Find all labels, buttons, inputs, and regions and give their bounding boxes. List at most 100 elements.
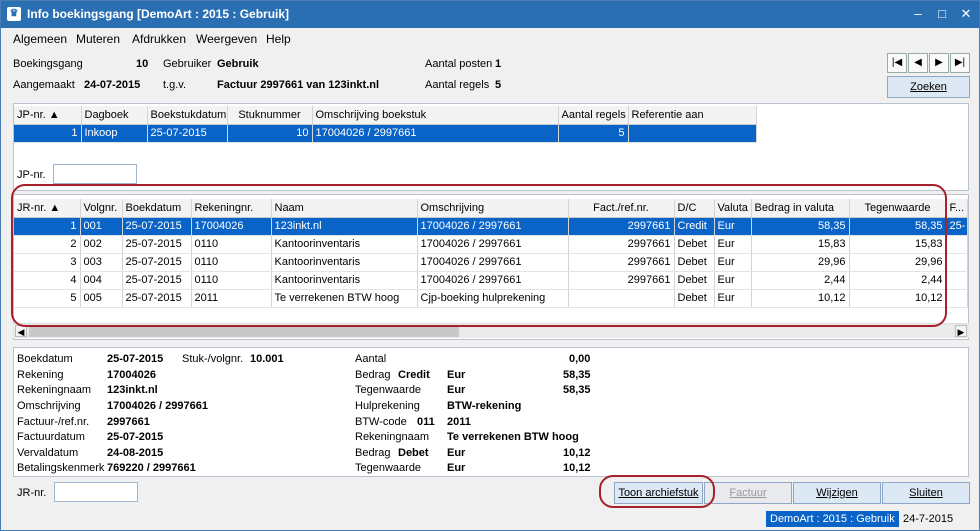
tgv-label: t.g.v. bbox=[163, 79, 187, 91]
bedrag1-value: 58,35 bbox=[563, 369, 591, 381]
prev-record-button[interactable]: ◀ bbox=[908, 53, 928, 73]
table-cell bbox=[946, 253, 968, 272]
hulprekening-label: Hulprekening bbox=[355, 400, 420, 412]
menu-afdrukken[interactable]: Afdrukken bbox=[132, 32, 186, 46]
btw-rek-value: 2011 bbox=[447, 416, 471, 428]
aantal-label: Aantal bbox=[355, 353, 387, 365]
aantal-regels-label: Aantal regels bbox=[425, 79, 490, 91]
minimize-button[interactable]: – bbox=[907, 5, 929, 23]
detail-label: Rekeningnaam bbox=[17, 384, 91, 396]
bedrag1-dc: Credit bbox=[398, 369, 430, 381]
jp-filter-label: JP-nr. bbox=[17, 169, 46, 181]
last-record-button[interactable]: ▶| bbox=[950, 53, 970, 73]
tegen2-label: Tegenwaarde bbox=[355, 462, 422, 474]
menu-muteren[interactable]: Muteren bbox=[76, 32, 120, 46]
gebruiker-value: Gebruik bbox=[217, 58, 259, 70]
detail-label: Factuurdatum bbox=[17, 431, 85, 443]
tegen2-cur: Eur bbox=[447, 462, 466, 474]
gebruiker-label: Gebruiker bbox=[163, 58, 212, 70]
tegen2-value: 10,12 bbox=[563, 462, 591, 474]
next-record-button[interactable]: ▶ bbox=[929, 53, 949, 73]
highlight-oval-button bbox=[599, 475, 715, 508]
detail-value: 25-07-2015 bbox=[107, 431, 164, 443]
tegen1-cur: Eur bbox=[447, 384, 466, 396]
detail-label: Vervaldatum bbox=[17, 447, 79, 459]
bedrag2-cur: Eur bbox=[447, 447, 466, 459]
detail-label: Omschrijving bbox=[17, 400, 81, 412]
jp-col-jpnr[interactable]: JP-nr. ▲ bbox=[14, 106, 82, 125]
first-record-button[interactable]: |◀ bbox=[887, 53, 907, 73]
window-title: Info boekingsgang [DemoArt : 2015 : Gebr… bbox=[27, 7, 290, 21]
menu-bar: Algemeen Muteren Afdrukken Weergeven Hel… bbox=[1, 29, 979, 49]
jp-col-stuknummer[interactable]: Stuknummer bbox=[227, 106, 313, 125]
app-icon: ♛ bbox=[7, 7, 21, 21]
jp-table-header: JP-nr. ▲ Dagboek Boekstukdatum Stuknumme… bbox=[14, 106, 757, 125]
detail-label: Boekdatum bbox=[17, 353, 73, 365]
jp-col-omschrijving[interactable]: Omschrijving boekstuk bbox=[312, 106, 559, 125]
detail-value: 17004026 bbox=[107, 369, 156, 381]
stuk-label: Stuk-/volgnr. bbox=[182, 353, 244, 365]
menu-weergeven[interactable]: Weergeven bbox=[196, 32, 257, 46]
btw-code-value: 011 bbox=[417, 416, 435, 428]
jp-table: JP-nr. ▲ Dagboek Boekstukdatum Stuknumme… bbox=[14, 106, 757, 143]
detail-value: 17004026 / 2997661 bbox=[107, 400, 208, 412]
sluiten-button[interactable]: Sluiten bbox=[882, 482, 970, 504]
bedrag2-dc: Debet bbox=[398, 447, 429, 459]
aangemaakt-value: 24-07-2015 bbox=[84, 79, 141, 91]
aantal-posten-value: 1 bbox=[495, 58, 502, 70]
zoeken-button[interactable]: Zoeken bbox=[887, 76, 970, 98]
jr-col-f[interactable]: F... bbox=[946, 199, 968, 218]
jp-col-dagboek[interactable]: Dagboek bbox=[81, 106, 148, 125]
detail-value: 769220 / 2997661 bbox=[107, 462, 196, 474]
status-date: 24-7-2015 bbox=[903, 513, 954, 525]
highlight-oval-table bbox=[11, 184, 947, 327]
maximize-button[interactable]: □ bbox=[931, 5, 953, 23]
rekeningnaam2-label: Rekeningnaam bbox=[355, 431, 429, 443]
title-bar: ♛ Info boekingsgang [DemoArt : 2015 : Ge… bbox=[1, 1, 979, 28]
jr-filter-input[interactable] bbox=[54, 482, 138, 502]
bedrag1-cur: Eur bbox=[447, 369, 466, 381]
boekingsgang-value: 10 bbox=[136, 58, 149, 70]
table-cell bbox=[946, 289, 968, 308]
jr-filter-label: JR-nr. bbox=[17, 487, 47, 499]
close-button[interactable]: ✕ bbox=[955, 5, 977, 23]
aangemaakt-label: Aangemaakt bbox=[13, 79, 75, 91]
tegen1-label: Tegenwaarde bbox=[355, 384, 422, 396]
detail-label: Betalingskenmerk bbox=[17, 462, 105, 474]
btw-code-label: BTW-code bbox=[355, 416, 407, 428]
bedrag2-value: 10,12 bbox=[563, 447, 591, 459]
rekeningnaam2-value: Te verrekenen BTW hoog bbox=[447, 431, 579, 443]
detail-label: Rekening bbox=[17, 369, 64, 381]
main-window: ♛ Info boekingsgang [DemoArt : 2015 : Ge… bbox=[0, 0, 980, 531]
jp-col-boekstukdatum[interactable]: Boekstukdatum bbox=[147, 106, 228, 125]
jp-filter-input[interactable] bbox=[53, 164, 137, 184]
table-cell bbox=[946, 235, 968, 254]
sort-up-icon: ▲ bbox=[48, 108, 60, 121]
jp-col-referentie[interactable]: Referentie aan bbox=[628, 106, 757, 125]
bedrag1-label: Bedrag bbox=[355, 369, 391, 381]
hulprekening-value: BTW-rekening bbox=[447, 400, 522, 412]
menu-help[interactable]: Help bbox=[266, 32, 291, 46]
scroll-right-icon[interactable]: ▶ bbox=[955, 325, 967, 337]
aantal-posten-label: Aantal posten bbox=[425, 58, 493, 70]
detail-label: Factuur-/ref.nr. bbox=[17, 416, 90, 428]
detail-value: 24-08-2015 bbox=[107, 447, 164, 459]
detail-value: 2997661 bbox=[107, 416, 150, 428]
jp-table-row[interactable]: 1 Inkoop 25-07-2015 10 17004026 / 299766… bbox=[14, 124, 757, 143]
bedrag2-label: Bedrag bbox=[355, 447, 391, 459]
status-bar: DemoArt : 2015 : Gebruik 24-7-2015 bbox=[1, 509, 979, 530]
factuur-button[interactable]: Factuur bbox=[704, 482, 792, 504]
aantal-regels-value: 5 bbox=[495, 79, 502, 91]
table-cell: 25- bbox=[946, 217, 968, 236]
detail-value: 25-07-2015 bbox=[107, 353, 164, 365]
table-cell bbox=[946, 271, 968, 290]
jp-col-aantal-regels[interactable]: Aantal regels bbox=[558, 106, 629, 125]
status-database: DemoArt : 2015 : Gebruik bbox=[766, 511, 899, 527]
wijzigen-button[interactable]: Wijzigen bbox=[793, 482, 881, 504]
detail-value: 123inkt.nl bbox=[107, 384, 158, 396]
tegen1-value: 58,35 bbox=[563, 384, 591, 396]
menu-algemeen[interactable]: Algemeen bbox=[13, 32, 67, 46]
boekingsgang-label: Boekingsgang bbox=[13, 58, 83, 70]
stuk-value: 10.001 bbox=[250, 353, 284, 365]
tgv-value: Factuur 2997661 van 123inkt.nl bbox=[217, 79, 380, 91]
